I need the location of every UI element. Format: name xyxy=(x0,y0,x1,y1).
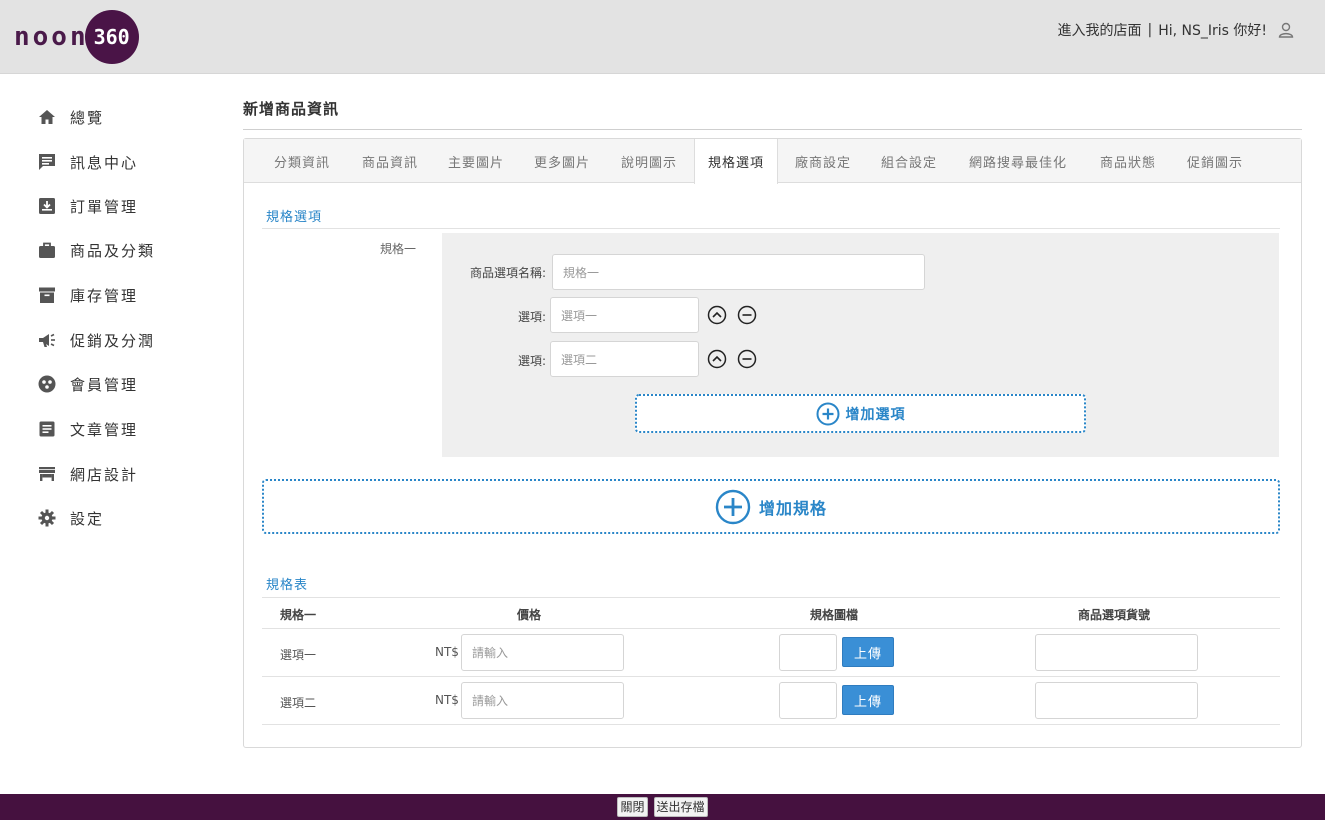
option-name-label: 商品選項名稱: xyxy=(469,266,546,280)
sidebar-item-label: 文章管理 xyxy=(70,420,139,439)
tab-product-status[interactable]: 商品狀態 xyxy=(1086,139,1170,183)
members-icon xyxy=(36,373,58,395)
store-icon xyxy=(36,463,58,485)
option-input-1[interactable]: 選項一 xyxy=(550,297,699,333)
user-menu: 進入我的店面 | Hi, NS_Iris 你好! xyxy=(1057,20,1295,40)
sidebar-item-settings[interactable]: 設定 xyxy=(36,504,104,532)
sidebar-item-messages[interactable]: 訊息中心 xyxy=(36,148,138,176)
sidebar-item-label: 會員管理 xyxy=(70,375,139,394)
table-row-divider xyxy=(262,724,1280,725)
user-icon[interactable] xyxy=(1277,21,1295,39)
option-input-2[interactable]: 選項二 xyxy=(550,341,699,377)
separator: | xyxy=(1147,22,1153,38)
table-row-divider xyxy=(262,676,1280,677)
table-header-divider xyxy=(262,628,1280,629)
currency-label: NT$ xyxy=(435,645,459,659)
sidebar-item-overview[interactable]: 總覽 xyxy=(36,103,104,131)
logo-badge: 360 xyxy=(84,10,139,64)
title-divider xyxy=(243,129,1302,130)
briefcase-icon xyxy=(36,239,58,261)
column-header-spec: 規格一 xyxy=(280,608,317,622)
add-option-label: 增加選項 xyxy=(845,406,906,423)
option-sku-input[interactable] xyxy=(1035,682,1198,719)
spec-table-title: 規格表 xyxy=(266,578,309,593)
sidebar-item-articles[interactable]: 文章管理 xyxy=(36,415,138,443)
sidebar-item-label: 網店設計 xyxy=(70,465,139,484)
archive-icon xyxy=(36,284,58,306)
remove-option-icon[interactable] xyxy=(736,304,758,326)
row-option-name: 選項二 xyxy=(280,696,317,710)
tab-bundle-settings[interactable]: 組合設定 xyxy=(867,139,951,183)
tab-bar: 分類資訊 商品資訊 主要圖片 更多圖片 說明圖示 規格選項 廠商設定 組合設定 … xyxy=(244,139,1301,184)
row-option-name: 選項一 xyxy=(280,648,317,662)
spec-section-divider xyxy=(262,228,1280,229)
add-spec-button[interactable]: 增加規格 xyxy=(262,479,1280,534)
spec-image-slot[interactable] xyxy=(779,682,837,719)
top-header: noon 360 進入我的店面 | Hi, NS_Iris 你好! xyxy=(0,0,1325,74)
option-name-input[interactable]: 規格一 xyxy=(552,254,925,290)
sidebar-item-members[interactable]: 會員管理 xyxy=(36,370,138,398)
remove-option-icon[interactable] xyxy=(736,348,758,370)
spec-editor: 商品選項名稱: 規格一 選項: 選項一 選項: 選項二 增加選項 xyxy=(442,233,1279,457)
tab-vendor-settings[interactable]: 廠商設定 xyxy=(781,139,865,183)
sidebar-item-label: 訂單管理 xyxy=(70,197,139,216)
article-icon xyxy=(36,418,58,440)
spec-image-slot[interactable] xyxy=(779,634,837,671)
spec-table-divider xyxy=(262,597,1280,598)
home-icon xyxy=(36,106,58,128)
plus-circle-icon xyxy=(715,489,751,525)
upload-button[interactable]: 上傳 xyxy=(842,637,894,667)
tab-spec-options[interactable]: 規格選項 xyxy=(694,139,778,184)
spec-label: 規格一 xyxy=(380,242,417,256)
tab-more-images[interactable]: 更多圖片 xyxy=(520,139,604,183)
close-button[interactable]: 關閉 xyxy=(617,797,648,817)
option-label: 選項: xyxy=(517,310,546,324)
currency-label: NT$ xyxy=(435,693,459,707)
sidebar-item-label: 商品及分類 xyxy=(70,241,156,260)
tab-category[interactable]: 分類資訊 xyxy=(260,139,344,183)
megaphone-icon xyxy=(36,329,58,351)
product-form-panel: 分類資訊 商品資訊 主要圖片 更多圖片 說明圖示 規格選項 廠商設定 組合設定 … xyxy=(243,138,1302,748)
add-spec-label: 增加規格 xyxy=(758,498,827,518)
sidebar-item-label: 總覽 xyxy=(70,108,105,127)
price-input[interactable]: 請輸入 xyxy=(461,634,624,671)
spec-section-title: 規格選項 xyxy=(266,210,323,225)
tab-description-icons[interactable]: 說明圖示 xyxy=(607,139,691,183)
logo-text: noon xyxy=(14,22,89,52)
sidebar-item-label: 庫存管理 xyxy=(70,286,139,305)
sidebar-item-products[interactable]: 商品及分類 xyxy=(36,236,155,264)
footer-bar: 關閉 送出存檔 xyxy=(0,794,1325,820)
tab-promo-icons[interactable]: 促銷圖示 xyxy=(1173,139,1257,183)
tab-main-images[interactable]: 主要圖片 xyxy=(434,139,518,183)
store-link[interactable]: 進入我的店面 xyxy=(1057,20,1141,40)
sidebar-item-inventory[interactable]: 庫存管理 xyxy=(36,281,138,309)
message-icon xyxy=(36,151,58,173)
greeting-text: Hi, NS_Iris 你好! xyxy=(1158,23,1267,39)
add-option-button[interactable]: 增加選項 xyxy=(635,394,1086,433)
option-label: 選項: xyxy=(517,354,546,368)
page-title: 新增商品資訊 xyxy=(243,100,340,118)
option-sku-input[interactable] xyxy=(1035,634,1198,671)
gear-icon xyxy=(36,507,58,529)
column-header-price: 價格 xyxy=(517,608,542,622)
order-icon xyxy=(36,195,58,217)
logo[interactable]: noon 360 xyxy=(14,10,139,64)
column-header-spec-image: 規格圖檔 xyxy=(810,608,859,622)
price-input[interactable]: 請輸入 xyxy=(461,682,624,719)
upload-button[interactable]: 上傳 xyxy=(842,685,894,715)
move-up-icon[interactable] xyxy=(706,304,728,326)
column-header-option-sku: 商品選項貨號 xyxy=(1078,608,1151,622)
submit-button[interactable]: 送出存檔 xyxy=(653,797,708,817)
sidebar-item-label: 促銷及分潤 xyxy=(70,331,156,350)
tab-product-info[interactable]: 商品資訊 xyxy=(348,139,432,183)
sidebar-item-label: 訊息中心 xyxy=(70,153,139,172)
sidebar-item-promotions[interactable]: 促銷及分潤 xyxy=(36,326,155,354)
sidebar-item-store-design[interactable]: 網店設計 xyxy=(36,460,138,488)
move-up-icon[interactable] xyxy=(706,348,728,370)
plus-circle-icon xyxy=(816,402,840,426)
sidebar-item-label: 設定 xyxy=(70,509,105,528)
tab-seo[interactable]: 網路搜尋最佳化 xyxy=(958,139,1078,183)
sidebar-item-orders[interactable]: 訂單管理 xyxy=(36,192,138,220)
